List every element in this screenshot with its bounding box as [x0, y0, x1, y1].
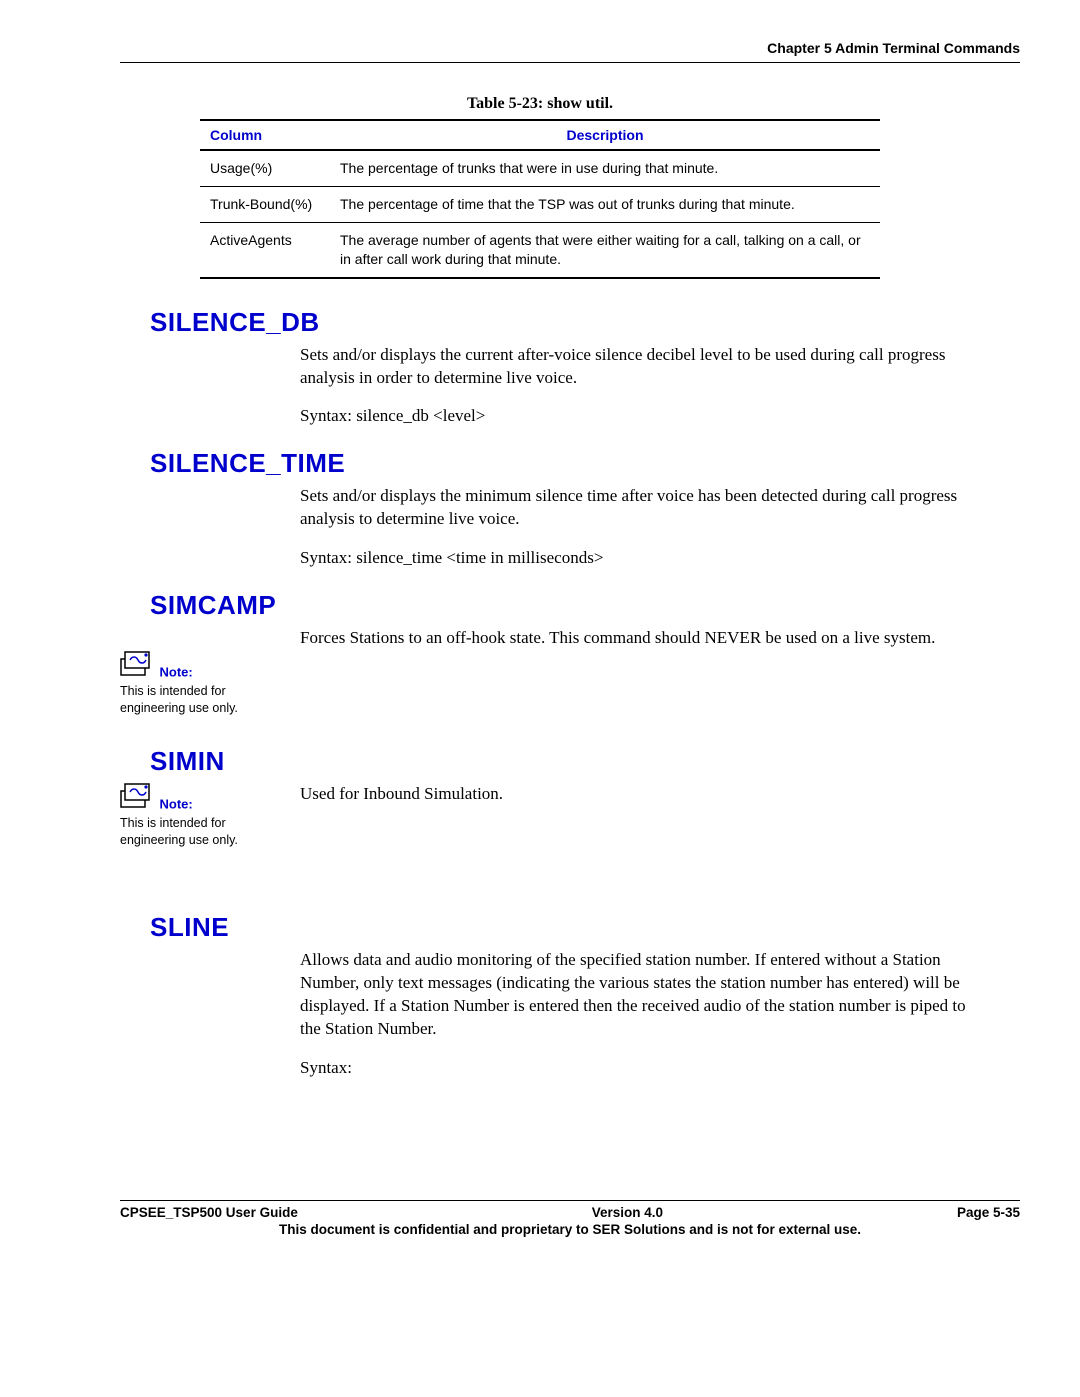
show-util-table: Column Description Usage(%) The percenta… [200, 119, 880, 279]
note-simcamp: Note: This is intended for engineering u… [120, 651, 290, 716]
table-caption: Table 5-23: show util. [60, 95, 1020, 113]
table-header-description: Description [330, 120, 880, 150]
paragraph: Allows data and audio monitoring of the … [300, 949, 980, 1041]
table-header-column: Column [200, 120, 330, 150]
chapter-title: Chapter 5 Admin Terminal Commands [767, 40, 1020, 56]
footer-right: Page 5-35 [957, 1205, 1020, 1220]
table-row: Usage(%) The percentage of trunks that w… [200, 150, 880, 186]
paragraph: Used for Inbound Simulation. [300, 783, 980, 806]
paragraph: Sets and/or displays the current after-v… [300, 344, 980, 390]
note-icon [120, 783, 154, 813]
page-footer: CPSEE_TSP500 User Guide Version 4.0 Page… [120, 1200, 1020, 1237]
paragraph: Sets and/or displays the minimum silence… [300, 485, 980, 531]
note-text: This is intended for engineering use onl… [120, 683, 290, 716]
cell-description: The percentage of time that the TSP was … [330, 186, 880, 222]
footer-center: Version 4.0 [592, 1205, 663, 1220]
cell-column: ActiveAgents [200, 222, 330, 277]
note-icon [120, 651, 154, 681]
heading-simin: SIMIN [150, 746, 1020, 777]
heading-sline: SLINE [150, 912, 1020, 943]
table-row: ActiveAgents The average number of agent… [200, 222, 880, 277]
syntax-line: Syntax: silence_time <time in millisecon… [300, 547, 980, 570]
note-label: Note: [159, 796, 192, 811]
page-header: Chapter 5 Admin Terminal Commands [120, 40, 1020, 63]
cell-description: The average number of agents that were e… [330, 222, 880, 277]
cell-column: Trunk-Bound(%) [200, 186, 330, 222]
table-row: Trunk-Bound(%) The percentage of time th… [200, 186, 880, 222]
cell-column: Usage(%) [200, 150, 330, 186]
footer-bottom: This document is confidential and propri… [120, 1222, 1020, 1237]
heading-silence-db: SILENCE_DB [150, 307, 1020, 338]
heading-silence-time: SILENCE_TIME [150, 448, 1020, 479]
syntax-line: Syntax: silence_db <level> [300, 405, 980, 428]
footer-left: CPSEE_TSP500 User Guide [120, 1205, 298, 1220]
note-label: Note: [159, 665, 192, 680]
heading-simcamp: SIMCAMP [150, 590, 1020, 621]
syntax-line: Syntax: [300, 1057, 980, 1080]
note-text: This is intended for engineering use onl… [120, 815, 290, 848]
cell-description: The percentage of trunks that were in us… [330, 150, 880, 186]
note-simin: Note: This is intended for engineering u… [120, 783, 290, 848]
paragraph: Forces Stations to an off-hook state. Th… [300, 627, 980, 650]
